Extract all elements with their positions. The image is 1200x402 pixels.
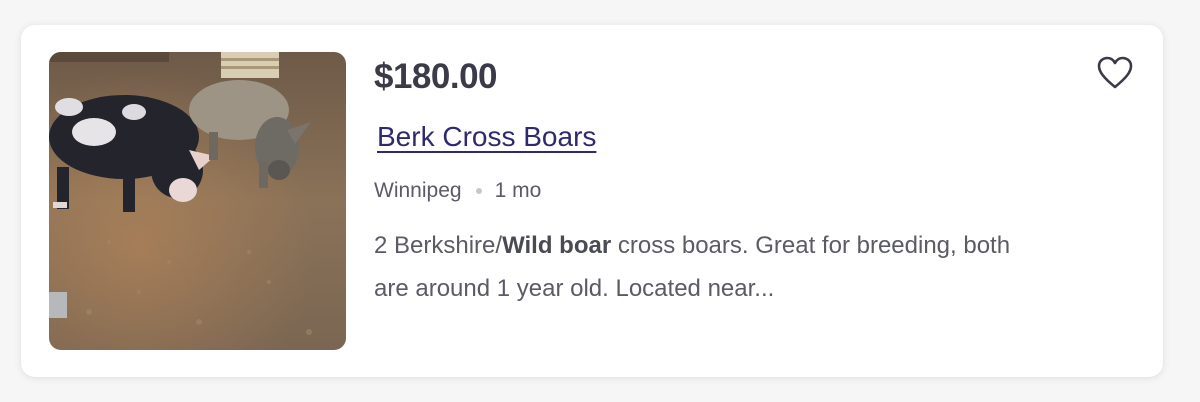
listing-age: 1 mo <box>494 179 542 202</box>
listing-price: $180.00 <box>374 57 498 96</box>
description-text-start: 2 Berkshire/ <box>374 232 503 259</box>
listing-location: Winnipeg <box>374 179 462 202</box>
listing-meta: Winnipeg 1 mo <box>374 179 541 203</box>
heart-outline-icon <box>1097 56 1133 89</box>
listing-photo[interactable] <box>49 52 346 350</box>
separator-dot-icon <box>475 188 482 194</box>
pigs-photo-image <box>49 52 346 350</box>
favorite-button[interactable] <box>1097 56 1133 90</box>
description-bold: Wild boar <box>502 232 612 259</box>
listing-description: 2 Berkshire/Wild boar cross boars. Great… <box>374 224 1014 310</box>
listing-title-link[interactable]: Berk Cross Boars <box>377 121 596 153</box>
listing-card[interactable]: $180.00 Berk Cross Boars Winnipeg 1 mo 2… <box>21 25 1163 377</box>
